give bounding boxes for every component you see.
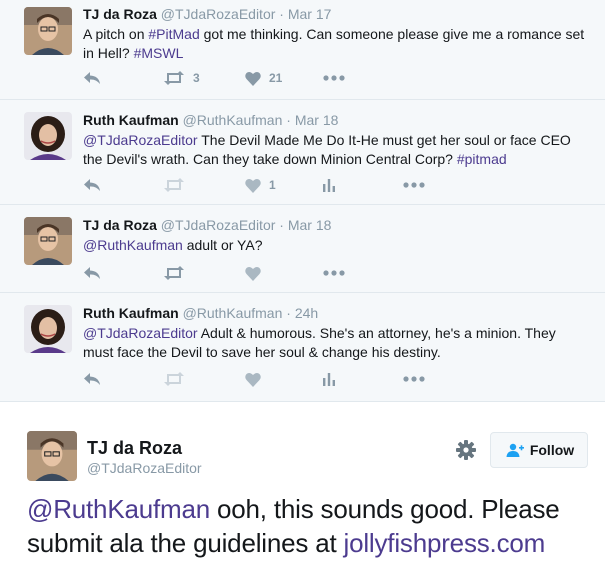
tweet-timestamp[interactable]: Mar 18	[295, 112, 339, 128]
tweet-text: @TJdaRozaEditor The Devil Made Me Do It-…	[83, 131, 587, 169]
tweet[interactable]: Ruth Kaufman @RuthKaufman · Mar 18 @TJda…	[0, 100, 605, 205]
more-button[interactable]	[323, 263, 345, 283]
tweet-handle[interactable]: @RuthKaufman	[183, 112, 283, 128]
heart-icon	[245, 372, 261, 387]
reply-icon	[84, 373, 100, 385]
retweet-count: 3	[193, 71, 200, 85]
tweet-text: @RuthKaufman adult or YA?	[83, 236, 587, 255]
settings-button[interactable]	[455, 439, 477, 461]
like-button[interactable]: 21	[245, 68, 282, 88]
more-button[interactable]	[403, 175, 425, 195]
add-user-icon	[506, 443, 524, 457]
like-button[interactable]: 1	[245, 175, 276, 195]
tweet-handle[interactable]: @TJdaRozaEditor	[161, 217, 276, 233]
like-button[interactable]	[245, 263, 261, 283]
tweet-text: A pitch on #PitMad got me thinking. Can …	[83, 25, 587, 63]
tweet-text-segment: adult or YA?	[182, 237, 263, 253]
retweet-icon	[164, 372, 184, 386]
retweet-button[interactable]: 3	[163, 68, 200, 88]
mention-link[interactable]: @TJdaRozaEditor	[83, 132, 198, 148]
url-link[interactable]: jollyfishpress.com	[344, 528, 546, 558]
follow-button[interactable]: Follow	[490, 432, 588, 468]
analytics-icon	[323, 372, 335, 386]
mention-link[interactable]: @RuthKaufman	[27, 494, 210, 524]
mention-link[interactable]: @TJdaRozaEditor	[83, 325, 198, 341]
tweet-fullname[interactable]: TJ da Roza	[83, 217, 157, 233]
reply-button[interactable]	[83, 175, 101, 195]
tweet[interactable]: TJ da Roza @TJdaRozaEditor · Mar 17 A pi…	[0, 0, 605, 100]
analytics-button[interactable]	[323, 175, 335, 195]
like-count: 1	[269, 178, 276, 192]
author-fullname[interactable]: TJ da Roza	[87, 438, 182, 459]
conversation-thread: TJ da Roza @TJdaRozaEditor · Mar 17 A pi…	[0, 0, 605, 401]
tweet-text-segment: A pitch on	[83, 26, 149, 42]
focused-tweet: TJ da Roza @TJdaRozaEditor Follow @RuthK…	[0, 401, 605, 562]
more-dots-icon	[323, 75, 345, 81]
reply-icon	[84, 179, 100, 191]
avatar[interactable]	[24, 7, 72, 55]
like-button[interactable]	[245, 369, 261, 389]
mention-link[interactable]: @RuthKaufman	[83, 237, 183, 253]
heart-icon	[245, 178, 261, 193]
heart-icon	[245, 266, 261, 281]
tweet-timestamp[interactable]: Mar 17	[288, 6, 332, 22]
hashtag-link[interactable]: #PitMad	[148, 26, 199, 42]
analytics-button[interactable]	[323, 369, 335, 389]
tweet-text: @RuthKaufman ooh, this sounds good. Plea…	[27, 492, 597, 560]
avatar[interactable]	[24, 305, 72, 353]
hashtag-link[interactable]: #pitmad	[457, 151, 507, 167]
reply-icon	[84, 72, 100, 84]
retweet-button[interactable]	[163, 369, 185, 389]
author-handle[interactable]: @TJdaRozaEditor	[87, 460, 202, 476]
more-button[interactable]	[403, 369, 425, 389]
retweet-icon	[164, 71, 184, 85]
tweet[interactable]: Ruth Kaufman @RuthKaufman · 24h @TJdaRoz…	[0, 293, 605, 401]
follow-label: Follow	[529, 442, 575, 458]
reply-button[interactable]	[83, 68, 101, 88]
hashtag-link[interactable]: #MSWL	[134, 45, 184, 61]
tweet-timestamp[interactable]: 24h	[295, 305, 318, 321]
analytics-icon	[323, 178, 335, 192]
tweet[interactable]: TJ da Roza @TJdaRozaEditor · Mar 18 @Rut…	[0, 205, 605, 293]
retweet-icon	[164, 266, 184, 280]
heart-icon	[245, 71, 261, 86]
avatar[interactable]	[27, 431, 77, 481]
more-button[interactable]	[323, 68, 345, 88]
retweet-button[interactable]	[163, 175, 185, 195]
reply-button[interactable]	[83, 263, 101, 283]
tweet-text: @TJdaRozaEditor Adult & humorous. She's …	[83, 324, 587, 362]
tweet-fullname[interactable]: Ruth Kaufman	[83, 305, 179, 321]
tweet-fullname[interactable]: TJ da Roza	[83, 6, 157, 22]
more-dots-icon	[403, 182, 425, 188]
like-count: 21	[269, 71, 283, 85]
tweet-handle[interactable]: @TJdaRozaEditor	[161, 6, 276, 22]
reply-icon	[84, 267, 100, 279]
retweet-button[interactable]	[163, 263, 185, 283]
tweet-handle[interactable]: @RuthKaufman	[183, 305, 283, 321]
avatar[interactable]	[24, 112, 72, 160]
retweet-icon	[164, 178, 184, 192]
gear-icon	[456, 440, 476, 460]
reply-button[interactable]	[83, 369, 101, 389]
more-dots-icon	[323, 270, 345, 276]
avatar[interactable]	[24, 217, 72, 265]
more-dots-icon	[403, 376, 425, 382]
tweet-timestamp[interactable]: Mar 18	[288, 217, 332, 233]
tweet-fullname[interactable]: Ruth Kaufman	[83, 112, 179, 128]
